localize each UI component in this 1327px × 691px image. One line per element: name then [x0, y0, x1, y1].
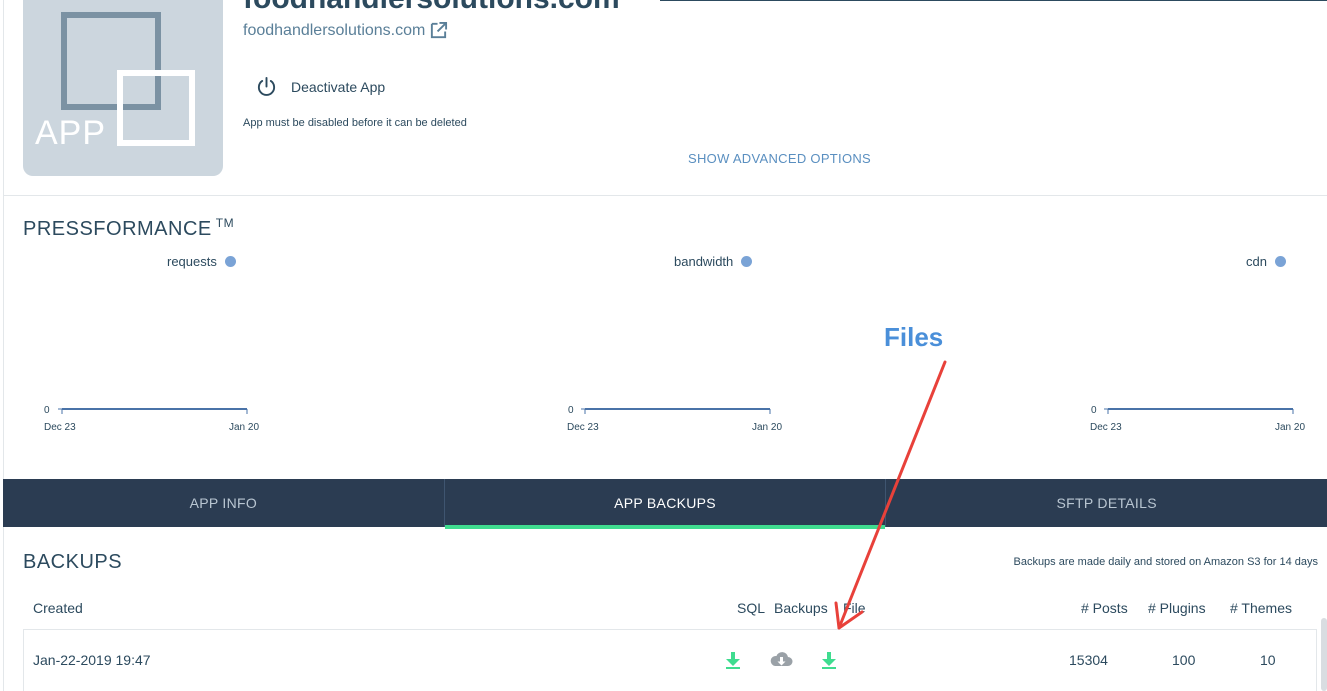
app-thumbnail: APP — [23, 0, 223, 176]
cdn-x-label-start: Dec 23 — [1090, 422, 1122, 433]
row-plugins: 100 — [1172, 652, 1196, 668]
files-annotation-label: Files — [884, 322, 944, 352]
pressformance-title-text: PRESSFORMANCE — [23, 218, 212, 240]
column-posts: # Posts — [1081, 600, 1128, 616]
cdn-x-label-end: Jan 20 — [1275, 422, 1305, 433]
pressformance-title: PRESSFORMANCE TM — [23, 216, 235, 241]
requests-y-tick: 0 — [44, 405, 50, 416]
file-download-icon[interactable] — [819, 650, 839, 670]
tab-app-backups[interactable]: APP BACKUPS — [443, 479, 886, 529]
site-link-text[interactable]: foodhandlersolutions.com — [243, 22, 425, 40]
tab-app-info[interactable]: APP INFO — [3, 479, 444, 527]
site-link[interactable]: foodhandlersolutions.com — [243, 21, 448, 40]
site-title: foodhandlersolutions.com — [243, 0, 620, 16]
row-created: Jan-22-2019 19:47 — [33, 652, 151, 668]
cdn-legend-dot — [1274, 256, 1286, 267]
bandwidth-legend: bandwidth — [674, 254, 753, 269]
column-backups: Backups — [774, 600, 828, 616]
power-icon — [257, 76, 276, 96]
table-row — [23, 629, 1317, 691]
requests-x-label-end: Jan 20 — [229, 422, 259, 433]
column-themes: # Themes — [1230, 600, 1292, 616]
backups-title: BACKUPS — [23, 551, 123, 573]
cloud-download-icon[interactable] — [769, 650, 794, 670]
row-posts: 15304 — [1069, 652, 1108, 668]
bandwidth-chart-axis: 0 Dec 23 Jan 20 — [567, 405, 782, 433]
requests-x-label-start: Dec 23 — [44, 422, 76, 433]
external-link-icon[interactable] — [429, 21, 448, 40]
deactivate-note: App must be disabled before it can be de… — [243, 117, 467, 129]
column-plugins: # Plugins — [1148, 600, 1206, 616]
bandwidth-y-tick: 0 — [568, 405, 574, 416]
bandwidth-legend-label: bandwidth — [674, 254, 734, 269]
section-divider — [4, 195, 1327, 196]
requests-legend-dot — [224, 256, 236, 267]
sql-download-icon[interactable] — [723, 650, 743, 670]
tab-sftp-details[interactable]: SFTP DETAILS — [885, 479, 1327, 527]
trademark-mark: TM — [215, 216, 235, 230]
requests-legend-label: requests — [167, 254, 217, 269]
thumb-square-front — [117, 70, 195, 146]
bandwidth-legend-dot — [741, 256, 753, 267]
column-file: File — [843, 600, 866, 616]
requests-chart-axis: 0 Dec 23 Jan 20 — [44, 405, 259, 433]
column-sql: SQL — [737, 600, 766, 616]
left-border — [3, 0, 4, 691]
requests-legend: requests — [167, 254, 236, 269]
thumb-label: APP — [35, 114, 107, 152]
cdn-chart-axis: 0 Dec 23 Jan 20 — [1090, 405, 1305, 433]
cdn-legend-label: cdn — [1246, 254, 1267, 269]
show-advanced-options-link[interactable]: SHOW ADVANCED OPTIONS — [688, 151, 871, 166]
cdn-legend: cdn — [1246, 254, 1286, 269]
bandwidth-x-label-start: Dec 23 — [567, 422, 599, 433]
top-border — [660, 0, 1327, 1]
deactivate-app-button[interactable]: Deactivate App — [256, 76, 385, 97]
bandwidth-x-label-end: Jan 20 — [752, 422, 782, 433]
column-created: Created — [33, 600, 83, 616]
row-themes: 10 — [1260, 652, 1276, 668]
scrollbar[interactable] — [1321, 618, 1327, 691]
cdn-y-tick: 0 — [1091, 405, 1097, 416]
cdn-chart: cdn 0 Dec 23 Jan 20 — [1086, 254, 1316, 439]
requests-chart: requests 0 Dec 23 Jan 20 — [40, 254, 270, 439]
bandwidth-chart: bandwidth 0 Dec 23 Jan 20 — [563, 254, 793, 439]
backups-note: Backups are made daily and stored on Ama… — [1013, 556, 1318, 568]
app-tabs: APP INFO APP BACKUPS SFTP DETAILS — [3, 479, 1327, 529]
deactivate-app-label: Deactivate App — [291, 78, 386, 95]
